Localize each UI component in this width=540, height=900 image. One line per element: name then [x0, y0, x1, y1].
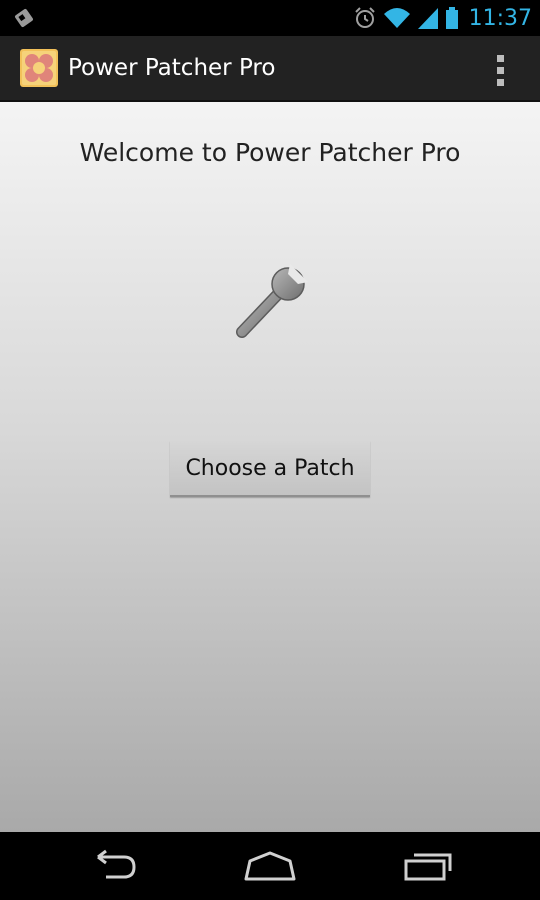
- recent-apps-icon: [404, 853, 452, 881]
- wrench-icon: [236, 264, 308, 338]
- wifi-icon: [383, 8, 410, 28]
- app-title: Power Patcher Pro: [68, 55, 276, 81]
- screen: 11:37 Power Patcher Pro Welcome to Power…: [0, 0, 540, 900]
- back-button[interactable]: [72, 842, 152, 890]
- alarm-icon: [354, 7, 375, 28]
- status-bar: 11:37: [0, 0, 540, 36]
- battery-icon: [445, 7, 458, 29]
- status-time: 11:37: [468, 5, 532, 31]
- signal-icon: [417, 8, 438, 29]
- main-content: Welcome to Power Patcher Pro Choose a Pa…: [0, 102, 540, 832]
- status-icons: 11:37: [353, 0, 532, 36]
- notification-icon: [15, 9, 33, 27]
- welcome-text: Welcome to Power Patcher Pro: [79, 138, 461, 167]
- action-bar: Power Patcher Pro: [0, 36, 540, 102]
- choose-patch-button[interactable]: Choose a Patch: [170, 441, 370, 497]
- overflow-dot: [496, 66, 504, 74]
- nav-bar: [0, 832, 540, 900]
- overflow-menu-icon[interactable]: [482, 52, 518, 88]
- home-icon: [244, 851, 296, 881]
- home-button[interactable]: [230, 842, 310, 890]
- power-patcher-app-icon[interactable]: [20, 49, 58, 87]
- overflow-dot: [496, 78, 504, 86]
- back-icon: [97, 849, 136, 879]
- recent-apps-button[interactable]: [388, 842, 468, 890]
- overflow-dot: [496, 54, 504, 62]
